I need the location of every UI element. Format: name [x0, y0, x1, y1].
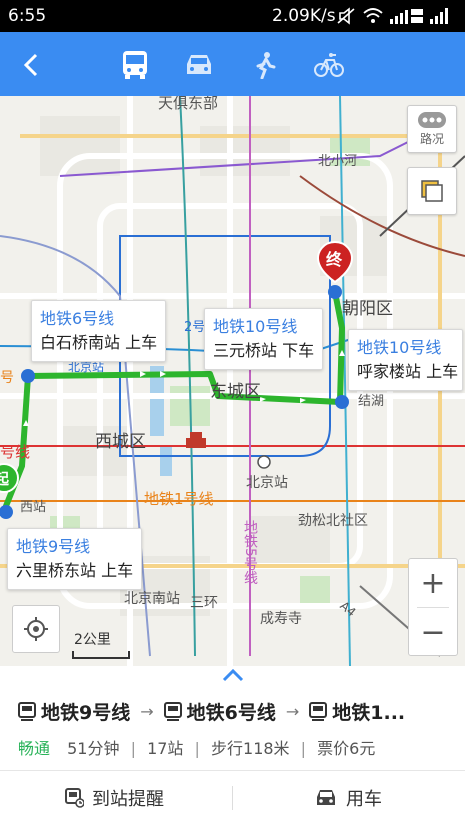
traffic-icon — [418, 111, 446, 128]
crosshair-icon — [24, 617, 48, 641]
map-label: 北京南站 — [124, 591, 180, 607]
zoom-in-button[interactable]: + — [409, 559, 457, 607]
network-speed: 2.09K/s — [272, 6, 336, 26]
layers-icon — [421, 180, 443, 202]
transport-mode-bar — [0, 32, 465, 96]
map-label: 劲松北社区 — [298, 513, 368, 529]
callout-stop: 三元桥站 下车 — [213, 341, 315, 360]
wifi-icon — [363, 8, 383, 23]
end-marker[interactable]: 终 — [326, 246, 342, 270]
map-label: 成寿寺 — [260, 611, 302, 627]
map-label: 号线 — [0, 443, 31, 461]
subway-icon — [18, 701, 36, 721]
stop-count: 17站 — [147, 739, 184, 758]
callout-line: 地铁6号线 — [40, 309, 115, 328]
fare: 票价6元 — [317, 739, 376, 758]
scale-label: 2公里 — [74, 632, 111, 648]
layers-button[interactable] — [407, 167, 457, 215]
walk-icon — [256, 52, 276, 79]
segment-label: 地铁9号线 — [41, 702, 131, 724]
map-scale: 2公里 — [72, 629, 130, 659]
callout-line9-board[interactable]: 地铁9号线 六里桥东站 上车 — [7, 528, 143, 590]
map-label: 地铁5号线 — [242, 520, 258, 585]
map-label: 结湖 — [358, 394, 385, 409]
car-icon — [317, 790, 335, 805]
map-view[interactable]: 天俱东部 北小河 朝阳区 东城区 西城区 结湖 北京站 劲松北社区 北京南站 三… — [0, 96, 465, 666]
callout-stop: 六里桥东站 上车 — [16, 561, 134, 580]
map-label: 2号 — [184, 320, 206, 335]
arrow-icon: → — [140, 702, 154, 721]
callout-line10-alight[interactable]: 地铁10号线 三元桥站 下车 — [204, 308, 324, 370]
callout-line: 地铁9号线 — [16, 537, 91, 556]
car-icon — [187, 55, 211, 74]
locate-button[interactable] — [12, 605, 60, 653]
back-button[interactable] — [14, 48, 48, 82]
mute-icon — [337, 7, 355, 25]
callout-line6-board[interactable]: 地铁6号线 白石桥南站 上车 — [31, 300, 167, 362]
traffic-button[interactable]: 路况 — [407, 105, 457, 153]
map-label: 东城区 — [210, 382, 261, 402]
bus-reminder-icon — [65, 788, 84, 808]
route-summary-panel[interactable]: 地铁9号线 → 地铁6号线 → 地铁1... 畅通 51分钟 | 17站 | 步… — [0, 666, 465, 826]
signal-icon — [430, 8, 448, 24]
zoom-out-button[interactable]: − — [409, 608, 457, 656]
map-label: 三环 — [190, 595, 218, 611]
route-meta: 畅通 51分钟 | 17站 | 步行118米 | 票价6元 — [18, 739, 376, 758]
callout-line: 地铁10号线 — [357, 338, 442, 357]
segment-label: 地铁1... — [332, 702, 406, 724]
map-label: 西城区 — [95, 432, 146, 452]
map-label: 朝阳区 — [342, 299, 393, 319]
walk-distance: 步行118米 — [211, 739, 290, 758]
tab-walk[interactable] — [248, 48, 282, 82]
map-label: 西站 — [20, 500, 47, 515]
status-bar: 6:55 2.09K/s — [0, 0, 465, 32]
callout-stop: 白石桥南站 上车 — [40, 333, 158, 352]
arrival-reminder-button[interactable]: 到站提醒 — [64, 780, 164, 816]
signal-3g-icon — [390, 9, 423, 24]
traffic-status: 畅通 — [18, 739, 51, 758]
start-marker[interactable]: 起 — [0, 468, 9, 489]
callout-line: 地铁10号线 — [213, 317, 298, 336]
tab-bike[interactable] — [312, 48, 346, 82]
map-label: 北京站 — [246, 475, 288, 491]
subway-icon — [309, 701, 328, 721]
status-time: 6:55 — [8, 6, 47, 26]
duration: 51分钟 — [67, 739, 120, 758]
traffic-label: 路况 — [419, 131, 444, 146]
map-label: 北小河 — [318, 154, 358, 169]
zoom-control: + − — [408, 558, 458, 656]
chevron-up-icon[interactable] — [222, 668, 244, 682]
bike-icon — [314, 53, 344, 77]
tab-bus[interactable] — [118, 48, 152, 82]
map-label: 地铁1号线 — [144, 490, 214, 508]
callout-stop: 呼家楼站 上车 — [357, 362, 459, 381]
map-label: 天俱东部 — [158, 96, 219, 112]
ride-hailing-button[interactable]: 用车 — [314, 780, 382, 816]
back-arrow-icon — [23, 53, 38, 77]
route-segments: 地铁9号线 → 地铁6号线 → 地铁1... — [18, 698, 405, 725]
bus-icon — [123, 51, 147, 79]
ride-hailing-label: 用车 — [346, 789, 382, 810]
arrow-icon: → — [285, 702, 300, 721]
callout-line10-board[interactable]: 地铁10号线 呼家楼站 上车 — [348, 329, 464, 391]
tab-car[interactable] — [182, 48, 216, 82]
segment-label: 地铁6号线 — [186, 702, 276, 724]
map-label: 号 — [0, 370, 14, 386]
subway-icon — [163, 701, 182, 721]
arrival-reminder-label: 到站提醒 — [92, 789, 164, 810]
